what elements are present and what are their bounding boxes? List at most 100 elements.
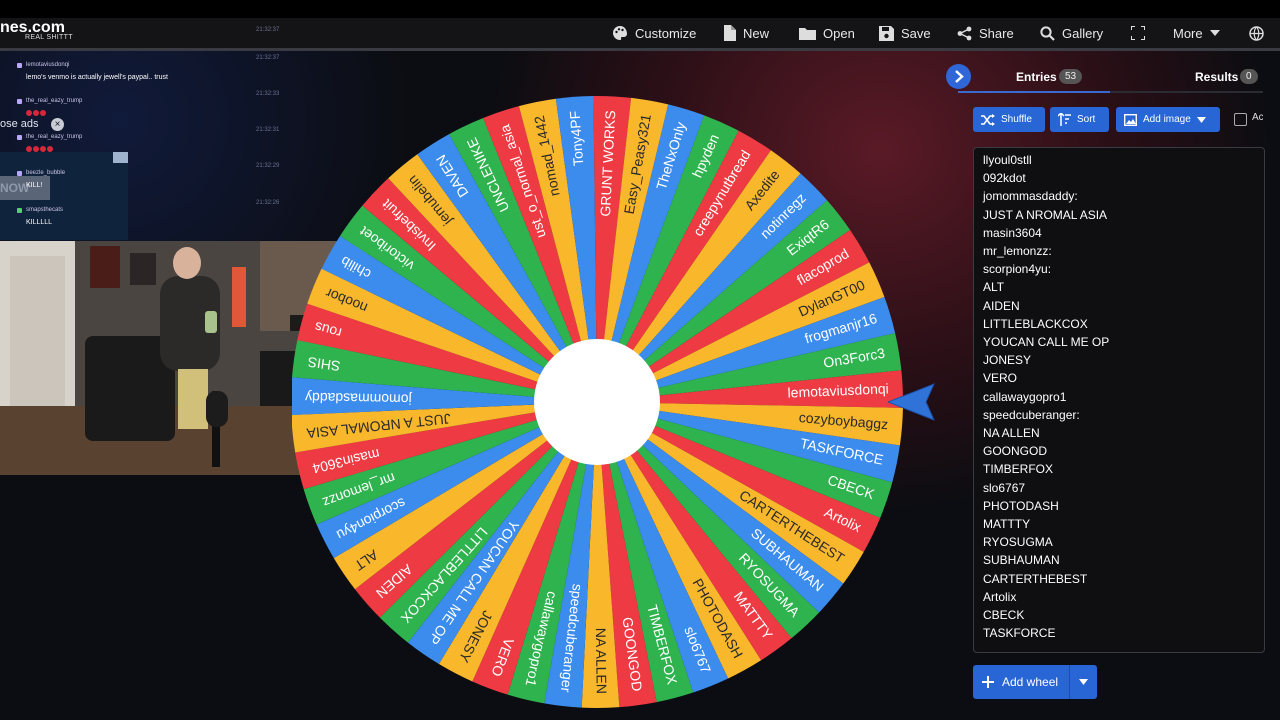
entry-line[interactable]: slo6767 [983, 479, 1025, 497]
entry-line[interactable]: 092kdot [983, 169, 1026, 187]
chat-timestamp: 21:32:26 [256, 200, 280, 206]
chat-text: lemo's venmo is actually jewell's paypal… [26, 74, 168, 81]
chat-badge-icon [17, 63, 22, 68]
panel-tabs: Entries 53 Results 0 [958, 62, 1263, 93]
entry-line[interactable]: llyoul0stll [983, 151, 1032, 169]
chat-message: smapsthecats KILLLLL 21:32:26 [0, 199, 290, 235]
entry-line[interactable]: PHOTODASH [983, 497, 1059, 515]
file-icon [724, 25, 736, 41]
add-wheel-dropdown[interactable] [1070, 679, 1097, 685]
palette-icon [613, 26, 627, 40]
entry-line[interactable]: NA ALLEN [983, 424, 1040, 442]
chat-badge-icon [17, 208, 22, 213]
shuffle-label: Shuffle [1001, 114, 1032, 125]
add-wheel-label: Add wheel [1002, 675, 1059, 689]
entry-line[interactable]: scorpion4yu: [983, 260, 1051, 278]
chat-timestamp: 21:32:37 [256, 27, 280, 33]
entry-line[interactable]: GOONGOD [983, 442, 1047, 460]
chat-username: lemotaviusdonqi [26, 62, 70, 68]
wheel-pointer-icon [888, 383, 935, 421]
entries-textarea[interactable]: llyoul0stll 092kdot jomommasdaddy: JUST A N… [973, 147, 1265, 653]
shuffle-button[interactable]: Shuffle [973, 107, 1045, 132]
chat-badge-icon [17, 99, 22, 104]
fullscreen-icon [1131, 26, 1145, 40]
spin-wheel[interactable]: GRUNT WORKS Easy_Peasy321 TheNxOnly hpyden c… [291, 90, 906, 714]
results-count-badge: 0 [1240, 69, 1258, 84]
entry-line[interactable]: speedcuberanger: [983, 406, 1080, 424]
advanced-label: Ac [1252, 112, 1263, 123]
wheel-graphic[interactable]: GRUNT WORKS Easy_Peasy321 TheNxOnly hpydenc… [291, 90, 906, 714]
chat-username: the_real_eazy_trump [26, 134, 83, 140]
close-icon[interactable]: × [51, 118, 64, 131]
caret-down-icon [1196, 116, 1206, 123]
entry-line[interactable]: masin3604 [983, 224, 1042, 242]
entry-line[interactable]: AIDEN [983, 297, 1020, 315]
chat-username: smapsthecats [26, 207, 64, 213]
entry-line[interactable]: MATTTY [983, 515, 1030, 533]
wheel-slice-label: NA ALLEN [593, 628, 610, 694]
tab-entries[interactable]: Entries 53 [958, 62, 1110, 92]
entry-line[interactable]: CARTERTHEBEST [983, 570, 1087, 588]
more-menu-button[interactable]: More [1173, 18, 1220, 48]
chat-badge-icon [17, 135, 22, 140]
floppy-disk-icon [879, 25, 894, 41]
new-label: New [743, 25, 770, 41]
chat-badge-icon [17, 171, 22, 176]
chat-message: beezle_bubble KILL! 21:32:29 [0, 162, 290, 198]
fullscreen-button[interactable] [1131, 18, 1145, 48]
gallery-label: Gallery [1062, 25, 1104, 41]
image-icon [1124, 113, 1137, 126]
cherry-emote-icon [33, 110, 39, 116]
open-label: Open [823, 25, 855, 41]
entry-line[interactable]: TIMBERFOX [983, 460, 1053, 478]
open-button[interactable]: Open [799, 18, 855, 48]
share-icon [957, 26, 972, 40]
gallery-button[interactable]: Gallery [1040, 18, 1103, 48]
chat-timestamp: 21:32:33 [256, 91, 280, 97]
entry-line[interactable]: RYOSUGMA [983, 533, 1053, 551]
tab-results[interactable]: Results 0 [1110, 62, 1263, 92]
cherry-emote-icon [26, 110, 32, 116]
entry-line[interactable]: YOUCAN CALL ME OP [983, 333, 1109, 351]
add-image-label: Add image [1143, 114, 1191, 125]
chat-message: lemotaviusdonqi lemo's venmo is actually… [0, 54, 290, 90]
new-button[interactable]: New [723, 18, 769, 48]
chat-text: KILL! [26, 182, 43, 189]
entry-line[interactable]: SUBHAUMAN [983, 551, 1060, 569]
entry-line[interactable]: VERO [983, 369, 1017, 387]
close-ads-label[interactable]: ose ads [0, 118, 39, 130]
chat-timestamp: 21:32:29 [256, 163, 280, 169]
entry-line[interactable]: Artolix [983, 588, 1016, 606]
add-wheel-button[interactable]: Add wheel [973, 665, 1097, 699]
entry-line[interactable]: TASKFORCE [983, 624, 1055, 642]
cherry-emote-icon [40, 110, 46, 116]
entry-line[interactable]: CBECK [983, 606, 1024, 624]
sort-label: Sort [1077, 114, 1096, 125]
sort-icon [1058, 113, 1071, 126]
plus-icon [982, 676, 994, 688]
entry-line[interactable]: jomommasdaddy: [983, 187, 1078, 205]
save-button[interactable]: Save [879, 18, 931, 48]
advanced-checkbox[interactable] [1234, 113, 1247, 126]
chat-username: beezle_bubble [26, 170, 66, 176]
add-image-button[interactable]: Add image [1116, 107, 1220, 132]
language-button[interactable] [1249, 18, 1264, 48]
entries-panel: Entries 53 Results 0 Shuffle Sort Add im… [958, 62, 1265, 720]
sort-button[interactable]: Sort [1050, 107, 1109, 132]
entry-line[interactable]: mr_lemonzz: [983, 242, 1052, 260]
search-icon [1040, 25, 1055, 41]
entry-line[interactable]: callawaygopro1 [983, 388, 1066, 406]
entry-line[interactable]: LITTLEBLACKCOX [983, 315, 1088, 333]
top-black-strip [0, 0, 1280, 18]
share-label: Share [979, 25, 1014, 41]
customize-button[interactable]: Customize [612, 18, 696, 48]
tab-active-indicator [958, 91, 1110, 93]
caret-down-icon [1209, 30, 1220, 36]
chat-emotes [26, 110, 47, 118]
entry-line[interactable]: JONESY [983, 351, 1031, 369]
add-wheel-main[interactable]: Add wheel [973, 675, 1069, 689]
wheel-center-hub[interactable] [534, 339, 660, 465]
entry-line[interactable]: JUST A NROMAL ASIA [983, 206, 1107, 224]
share-button[interactable]: Share [957, 18, 1014, 48]
entry-line[interactable]: ALT [983, 278, 1004, 296]
